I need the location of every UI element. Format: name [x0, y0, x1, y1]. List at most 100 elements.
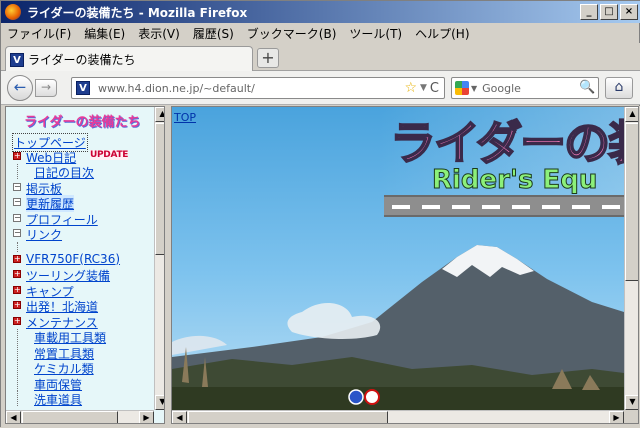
sidebar-item-label[interactable]: Web日記	[26, 149, 76, 166]
sidebar-item[interactable]: 車両保管	[12, 375, 152, 393]
sidebar-item-label[interactable]: ケミカル類	[34, 360, 94, 377]
collapse-minus-icon[interactable]: −	[13, 229, 21, 237]
sidebar-item[interactable]: 車載用工具類	[12, 329, 152, 345]
sidebar-item-label[interactable]: 常置工具類	[34, 345, 94, 362]
sidebar-item-label[interactable]: 掲示板	[26, 180, 62, 197]
sidebar-item[interactable]: + VFR750F(RC36)	[12, 252, 152, 268]
main-scroll-thumb[interactable]	[625, 123, 638, 281]
expand-plus-icon[interactable]: +	[13, 254, 21, 263]
collapse-minus-icon[interactable]: −	[13, 213, 21, 222]
browser-window: ライダーの装備たち - Mozilla Firefox _ □ × ファイル(F…	[0, 0, 640, 428]
main-hscroll-thumb[interactable]	[188, 411, 388, 423]
search-input[interactable]: Google	[482, 82, 579, 95]
back-button[interactable]: ←	[7, 75, 33, 101]
expand-plus-icon[interactable]: +	[13, 270, 21, 278]
banner-subtitle: Rider's Equ	[431, 165, 598, 196]
sidebar-item[interactable]: 洗車道具	[12, 391, 152, 407]
firefox-icon	[5, 4, 21, 20]
menu-tools[interactable]: ツール(T)	[349, 25, 402, 42]
url-text[interactable]: www.h4.dion.ne.jp/~default/	[98, 82, 404, 95]
close-button[interactable]: ×	[620, 4, 638, 20]
minimize-button[interactable]: _	[580, 4, 598, 20]
sidebar-item[interactable]: + 出発！北海道	[12, 298, 152, 314]
main-horizontal-scrollbar[interactable]: ◀ ▶	[172, 410, 624, 423]
sidebar-item-label[interactable]: 日記の目次	[34, 164, 94, 181]
sidebar-item-label[interactable]: プロフィール	[26, 211, 98, 228]
sidebar-item[interactable]: − リンク	[12, 226, 152, 242]
collapse-minus-icon[interactable]: −	[13, 182, 21, 191]
tree-spacer	[12, 241, 152, 252]
forward-button[interactable]: →	[35, 79, 57, 97]
menu-help[interactable]: ヘルプ(H)	[415, 25, 469, 42]
page-content: ライダーの装備たち トップページ + Web日記 UPDATE 日記の目次 − 掲示板 − 更新…	[1, 106, 640, 428]
top-link[interactable]: TOP	[174, 111, 196, 124]
expand-plus-icon[interactable]: +	[13, 151, 21, 160]
main-vertical-scrollbar[interactable]: ▲ ▼	[624, 107, 638, 410]
menu-view[interactable]: 表示(V)	[138, 25, 180, 42]
expand-plus-icon[interactable]: +	[13, 301, 21, 309]
left-frame: ライダーの装備たち トップページ + Web日記 UPDATE 日記の目次 − 掲示板 − 更新…	[5, 106, 165, 424]
search-bar[interactable]: ▼ Google 🔍	[451, 77, 599, 99]
left-vertical-scrollbar[interactable]: ▲ ▼	[154, 107, 164, 410]
expand-plus-icon[interactable]: +	[13, 285, 21, 294]
search-engine-dropdown-icon[interactable]: ▼	[471, 84, 477, 93]
sidebar-item[interactable]: − 掲示板	[12, 180, 152, 196]
sidebar-item-label[interactable]: メンテナンス	[26, 314, 98, 331]
expand-plus-icon[interactable]: +	[13, 316, 21, 325]
collapse-minus-icon[interactable]: −	[13, 198, 21, 206]
scroll-corner	[624, 410, 638, 423]
sidebar-item-label[interactable]: リンク	[26, 226, 62, 243]
new-tab-button[interactable]: +	[257, 48, 279, 68]
sidebar-item-label[interactable]: 更新履歴	[26, 195, 75, 212]
sidebar-item-label[interactable]: 車両保管	[34, 376, 82, 393]
sidebar-item-label[interactable]: 洗車道具	[34, 391, 82, 408]
left-hscroll-thumb[interactable]	[22, 411, 118, 423]
sidebar-item[interactable]: − 更新履歴	[12, 195, 152, 212]
main-frame: ライダーの装 Rider's Equ TOP ▲ ▼ ◀ ▶	[171, 106, 639, 424]
scroll-right-arrow-icon[interactable]: ▶	[139, 411, 154, 423]
sidebar-item[interactable]: + キャンプ	[12, 283, 152, 299]
menu-edit[interactable]: 編集(E)	[84, 25, 125, 42]
reload-icon[interactable]: C	[430, 81, 439, 96]
sidebar-item[interactable]: + Web日記 UPDATE	[12, 149, 152, 165]
menu-history[interactable]: 履歴(S)	[193, 25, 234, 42]
sidebar-item[interactable]: − プロフィール	[12, 211, 152, 227]
url-bar[interactable]: V www.h4.dion.ne.jp/~default/ ☆ ▼ C	[71, 77, 445, 99]
menu-file[interactable]: ファイル(F)	[7, 25, 71, 42]
google-icon[interactable]	[455, 81, 469, 95]
sidebar-item[interactable]: 常置工具類	[12, 344, 152, 362]
window-title: ライダーの装備たち - Mozilla Firefox	[27, 5, 248, 20]
left-horizontal-scrollbar[interactable]: ◀ ▶	[6, 410, 154, 423]
road-graphic	[384, 195, 624, 217]
sidebar-item[interactable]: 日記の目次	[12, 164, 152, 180]
sidebar-item[interactable]: + メンテナンス	[12, 314, 152, 330]
sidebar-item[interactable]: トップページ	[12, 133, 152, 152]
main-scroll-left-arrow-icon[interactable]: ◀	[172, 411, 187, 423]
tab-label: ライダーの装備たち	[28, 53, 136, 67]
sidebar-item[interactable]: ケミカル類	[12, 360, 152, 376]
main-scroll-right-arrow-icon[interactable]: ▶	[609, 411, 624, 423]
url-dropdown-icon[interactable]: ▼	[420, 83, 427, 93]
sidebar-item-label[interactable]: ツーリング装備	[26, 267, 110, 284]
sidebar-item-label[interactable]: VFR750F(RC36)	[26, 252, 120, 266]
main-scroll-up-arrow-icon[interactable]: ▲	[625, 107, 638, 122]
left-scroll-thumb[interactable]	[155, 123, 164, 255]
site-favicon-icon: V	[10, 52, 24, 67]
search-magnifier-icon[interactable]: 🔍	[579, 80, 595, 96]
menu-bookmarks[interactable]: ブックマーク(B)	[247, 25, 337, 42]
sidebar-item-label[interactable]: 出発！北海道	[26, 298, 98, 315]
tab-current[interactable]: V ライダーの装備たち	[5, 46, 253, 72]
sidebar-nav: トップページ + Web日記 UPDATE 日記の目次 − 掲示板 − 更新履歴 − プロフィール −…	[12, 133, 152, 407]
update-badge: UPDATE	[90, 149, 129, 160]
maximize-button[interactable]: □	[600, 4, 618, 20]
scroll-left-arrow-icon[interactable]: ◀	[6, 411, 21, 423]
scroll-up-arrow-icon[interactable]: ▲	[155, 107, 164, 122]
bookmark-star-icon[interactable]: ☆	[404, 80, 417, 96]
scroll-down-arrow-icon[interactable]: ▼	[155, 395, 164, 410]
sidebar-item-label[interactable]: キャンプ	[26, 283, 74, 300]
sidebar-item[interactable]: + ツーリング装備	[12, 267, 152, 283]
home-button[interactable]: ⌂	[605, 77, 633, 99]
sidebar-item-label[interactable]: 車載用工具類	[34, 329, 106, 346]
site-logo: ライダーの装備たち	[24, 115, 141, 130]
main-scroll-down-arrow-icon[interactable]: ▼	[625, 395, 638, 410]
